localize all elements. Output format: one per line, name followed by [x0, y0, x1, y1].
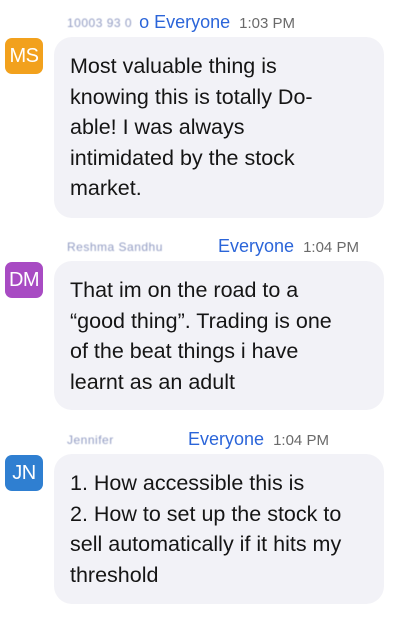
- avatar: MS: [5, 38, 43, 74]
- sender-name[interactable]: Reshma Sandhu: [67, 236, 213, 258]
- avatar: JN: [5, 455, 43, 491]
- timestamp: 1:04 PM: [303, 239, 359, 256]
- recipient-link[interactable]: Everyone: [218, 236, 294, 256]
- message-bubble[interactable]: 1. How accessible this is 2. How to set …: [54, 454, 384, 604]
- message-text: That im on the road to a “good thing”. T…: [70, 278, 332, 394]
- to-label: o: [139, 12, 150, 32]
- timestamp: 1:03 PM: [239, 15, 296, 32]
- message-text: 1. How accessible this is 2. How to set …: [70, 471, 342, 587]
- avatar-initials: MS: [9, 45, 40, 67]
- recipient-link[interactable]: Everyone: [154, 12, 230, 32]
- message-text: Most valuable thing is knowing this is t…: [70, 54, 313, 200]
- avatar-initials: JN: [12, 462, 36, 484]
- avatar-initials: DM: [8, 269, 40, 291]
- message-bubble[interactable]: That im on the road to a “good thing”. T…: [54, 261, 384, 410]
- message-header: 10003 93 0 o Everyone 1:03 PM: [67, 11, 295, 33]
- message-header: Reshma Sandhu Everyone 1:04 PM: [67, 235, 359, 257]
- sender-name[interactable]: 10003 93 0: [67, 12, 132, 34]
- message-header: Jennifer Everyone 1:04 PM: [67, 428, 329, 450]
- message-bubble[interactable]: Most valuable thing is knowing this is t…: [54, 37, 384, 218]
- sender-name[interactable]: Jennifer: [67, 429, 183, 451]
- avatar: DM: [5, 262, 43, 298]
- timestamp: 1:04 PM: [273, 432, 329, 449]
- recipient-link[interactable]: Everyone: [188, 429, 264, 449]
